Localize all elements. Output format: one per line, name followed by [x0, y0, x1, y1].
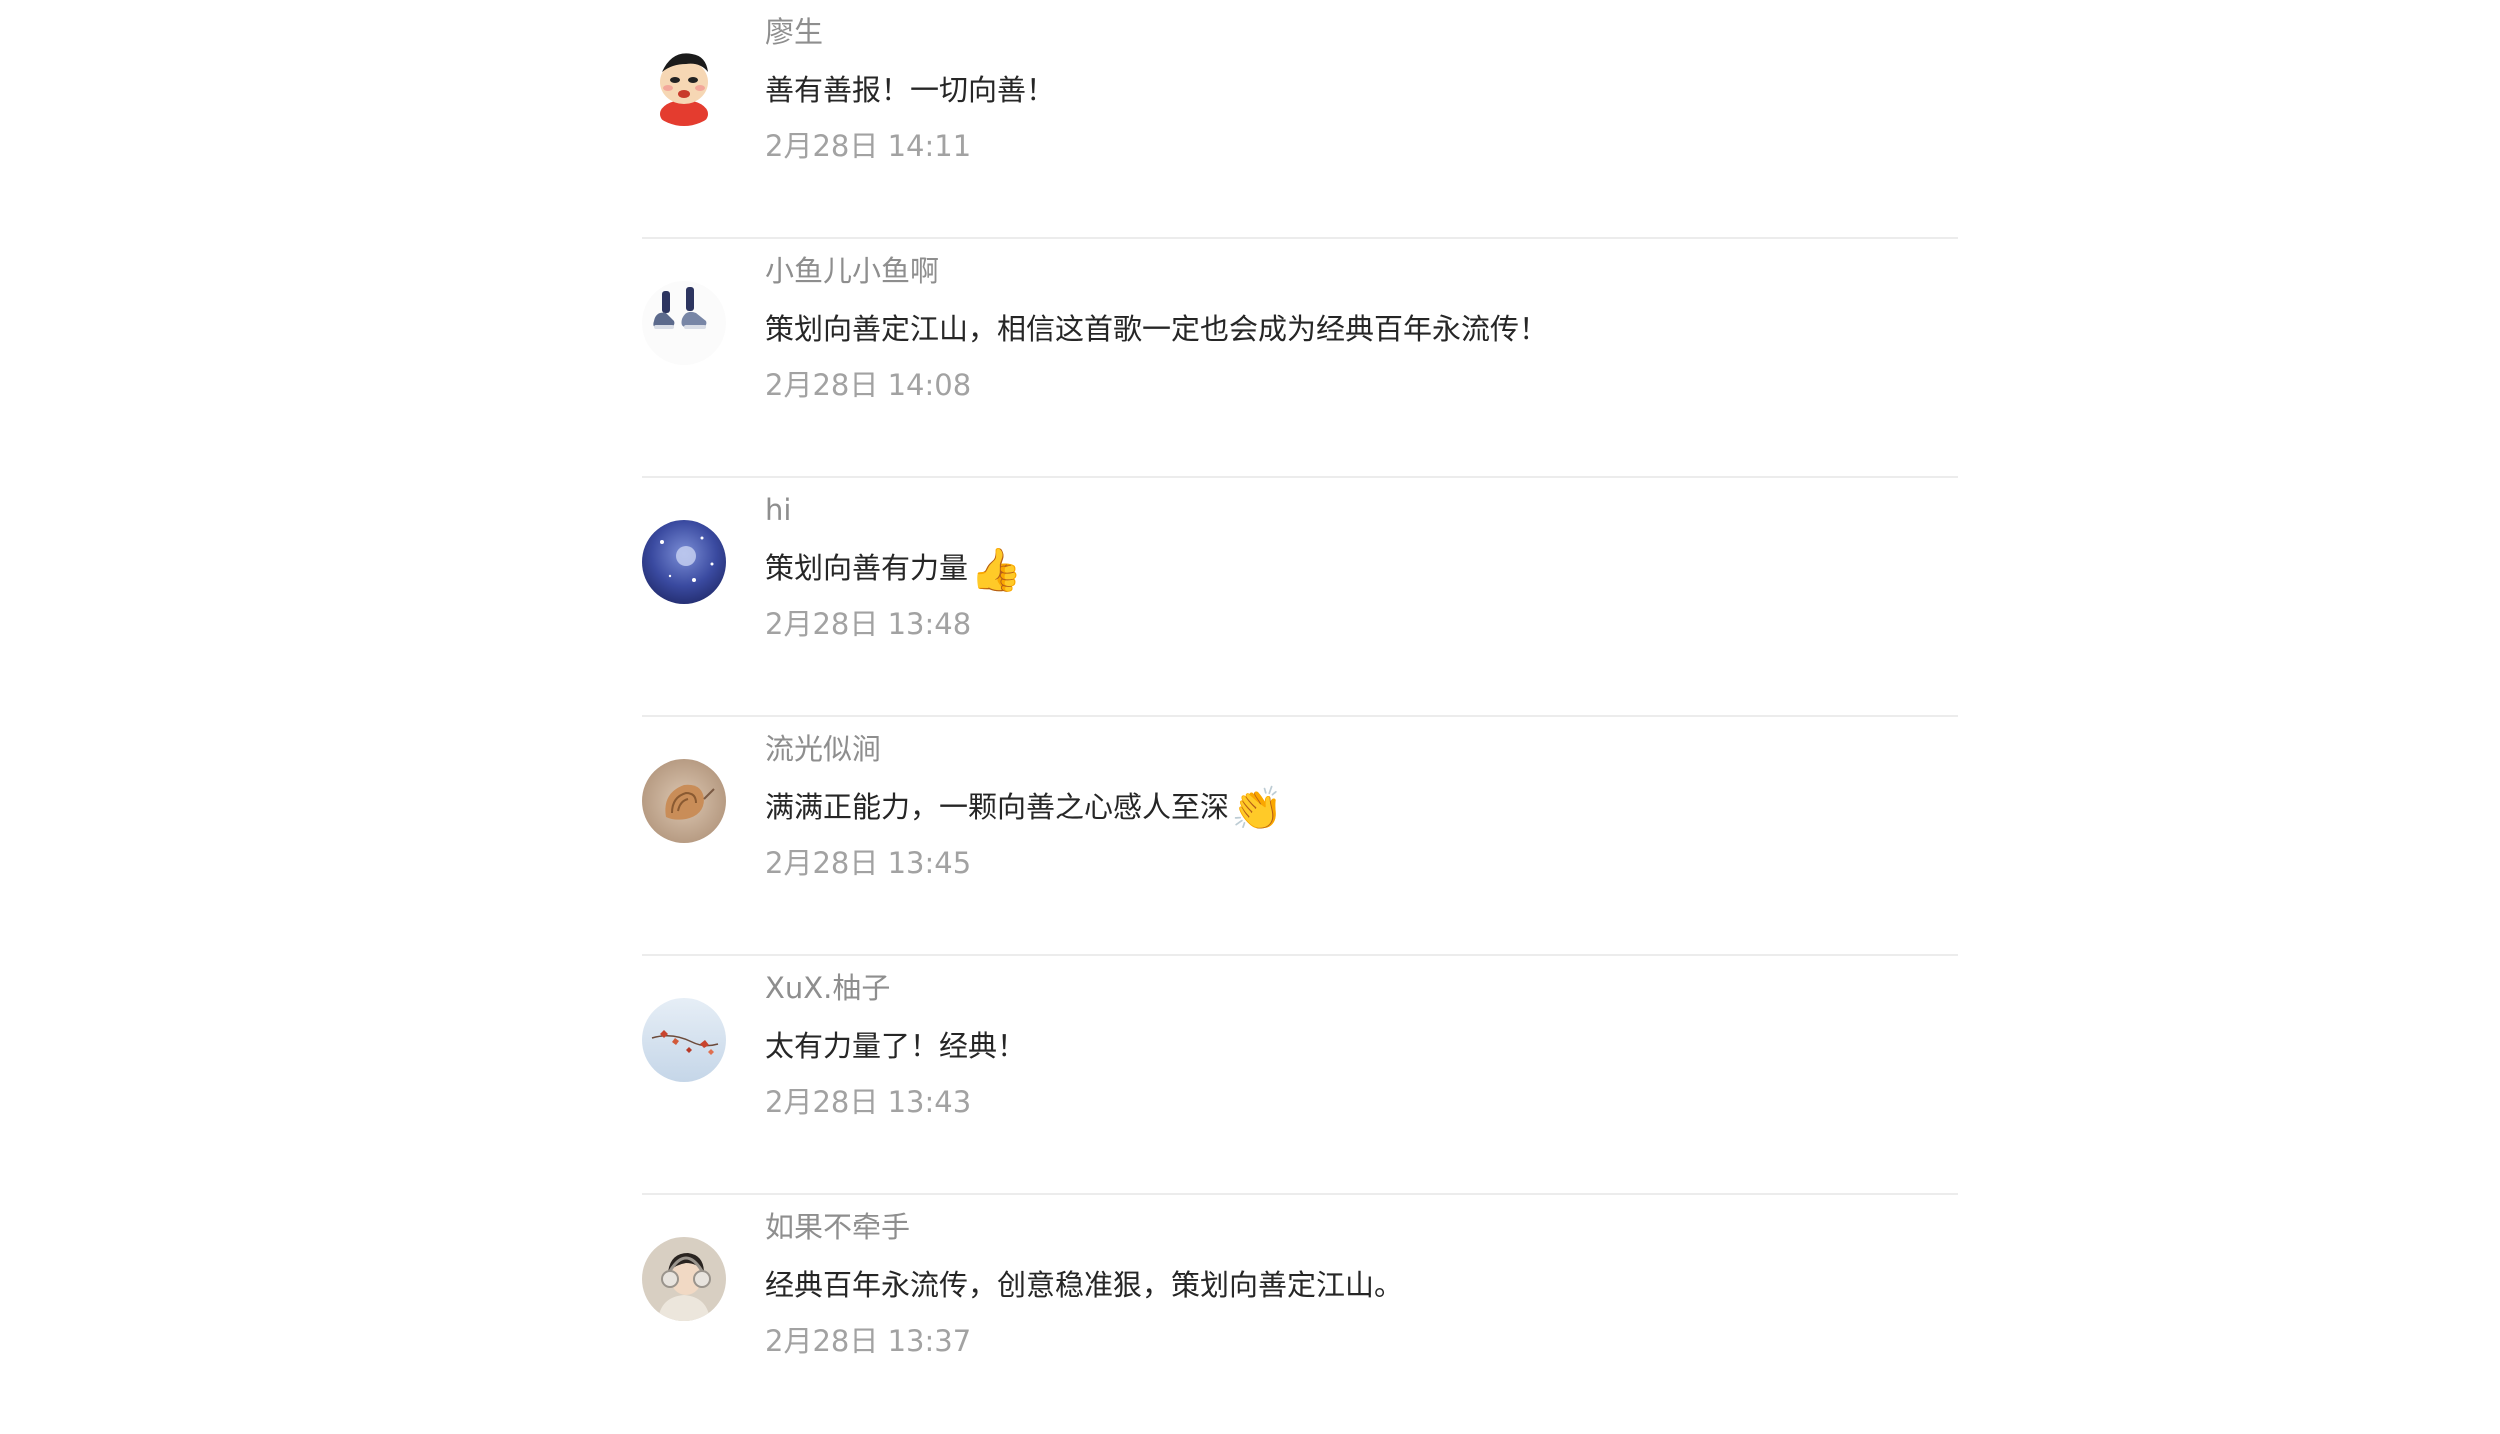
comment-content: 经典百年永流传，创意稳准狠，策划向善定江山。 — [765, 1265, 1403, 1305]
comment-item: 廖生 善有善报！一切向善！ 2月28日 14:11 — [642, 0, 1958, 239]
comment-content: 太有力量了！经典！ — [765, 1026, 1026, 1066]
comment-time: 2月28日 14:11 — [765, 129, 972, 163]
comment-time: 2月28日 13:48 — [765, 607, 972, 641]
comment-item: XuX.柚子 太有力量了！经典！ 2月28日 13:43 — [642, 956, 1958, 1195]
comment-nickname[interactable]: XuX.柚子 — [765, 970, 890, 1006]
comment-item: hi 策划向善有力量👍 2月28日 13:48 — [642, 478, 1958, 717]
comment-text: 太有力量了！经典！ — [765, 1029, 1027, 1063]
thumbs-up-icon: 👍 — [970, 545, 1023, 594]
comment-time: 2月28日 13:43 — [765, 1085, 972, 1119]
comment-time: 2月28日 13:45 — [765, 846, 972, 880]
comment-list: 廖生 善有善报！一切向善！ 2月28日 14:11 小鱼儿小鱼啊 策划向善定江山… — [642, 0, 1958, 1434]
sneakers-avatar[interactable] — [642, 281, 726, 365]
cartoon-boy-avatar[interactable] — [642, 42, 726, 126]
comment-nickname[interactable]: 如果不牵手 — [765, 1209, 910, 1245]
comment-item: 小鱼儿小鱼啊 策划向善定江山，相信这首歌一定也会成为经典百年永流传！ 2月28日… — [642, 239, 1958, 478]
comment-item: 如果不牵手 经典百年永流传，创意稳准狠，策划向善定江山。 2月28日 13:37 — [642, 1195, 1958, 1434]
comment-text: 满满正能力，一颗向善之心感人至深 — [765, 790, 1230, 824]
comment-time: 2月28日 14:08 — [765, 368, 972, 402]
seashell-avatar[interactable] — [642, 759, 726, 843]
comment-content: 满满正能力，一颗向善之心感人至深👏 — [765, 787, 1283, 830]
comment-nickname[interactable]: 廖生 — [765, 14, 823, 50]
comment-time: 2月28日 13:37 — [765, 1324, 972, 1358]
comment-content: 策划向善有力量👍 — [765, 548, 1022, 591]
comment-nickname[interactable]: hi — [765, 492, 791, 528]
comment-content: 策划向善定江山，相信这首歌一定也会成为经典百年永流传！ — [765, 309, 1548, 349]
girl-headphones-avatar[interactable] — [642, 1237, 726, 1321]
comment-text: 策划向善有力量 — [765, 551, 969, 585]
comment-content: 善有善报！一切向善！ — [765, 70, 1055, 110]
comment-item: 流光似涧 满满正能力，一颗向善之心感人至深👏 2月28日 13:45 — [642, 717, 1958, 956]
comment-nickname[interactable]: 流光似涧 — [765, 731, 881, 767]
comment-text: 善有善报！一切向善！ — [765, 73, 1056, 107]
comment-text: 策划向善定江山，相信这首歌一定也会成为经典百年永流传！ — [765, 312, 1549, 346]
comment-nickname[interactable]: 小鱼儿小鱼啊 — [765, 253, 939, 289]
clapping-hands-icon: 👏 — [1231, 784, 1284, 833]
night-sky-avatar[interactable] — [642, 520, 726, 604]
red-leaves-avatar[interactable] — [642, 998, 726, 1082]
comment-text: 经典百年永流传，创意稳准狠，策划向善定江山。 — [765, 1268, 1404, 1302]
